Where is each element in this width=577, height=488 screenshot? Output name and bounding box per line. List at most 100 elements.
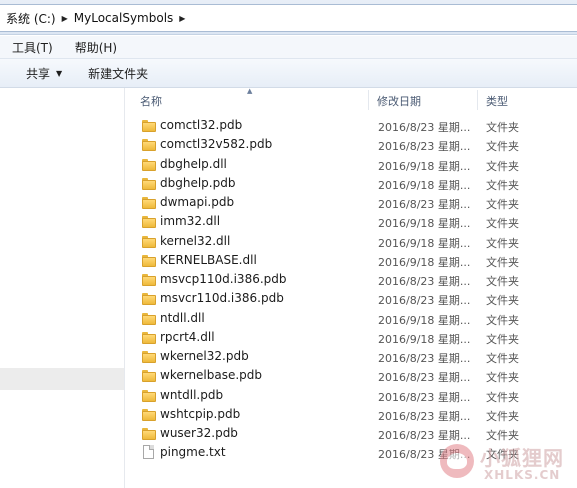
folder-icon [142,139,156,152]
share-label: 共享 [26,66,51,81]
file-date: 2016/8/23 星期... [378,198,471,211]
file-name: wuser32.pdb [160,426,238,440]
folder-icon [142,254,156,267]
file-date: 2016/8/23 星期... [378,409,471,423]
file-type: 文件夹 [486,409,519,423]
file-type: 文件夹 [486,140,519,154]
file-row[interactable]: dwmapi.pdb 2016/8/23 星期... 文件夹 [132,193,577,212]
column-date[interactable]: 修改日期 [377,93,421,109]
file-type: 文件夹 [486,332,519,346]
file-row[interactable]: dbghelp.pdb 2016/9/18 星期... 文件夹 [132,174,577,193]
column-type[interactable]: 类型 [486,93,508,109]
file-type: 文件夹 [486,178,519,192]
file-date: 2016/8/23 星期... [378,390,471,404]
file-date: 2016/9/18 星期... [378,178,471,192]
menu-tools[interactable]: 工具(T) [12,39,53,56]
chevron-right-icon[interactable]: ▶ [179,14,185,23]
file-name: wntdll.pdb [160,387,224,402]
file-icon [143,445,154,460]
file-name: rpcrt4.dll [160,329,215,344]
folder-icon [142,408,156,421]
file-type: 文件夹 [486,255,519,269]
menu-help[interactable]: 帮助(H) [75,39,117,56]
command-toolbar: 共享 ▼ 新建文件夹 [0,59,577,88]
file-row[interactable]: KERNELBASE.dll 2016/9/18 星期... 文件夹 [132,251,577,270]
watermark-en: XHLKS.CN [484,468,561,482]
column-separator[interactable] [368,90,369,110]
file-row[interactable]: wntdll.pdb 2016/8/23 星期... 文件夹 [132,386,577,405]
file-type: 文件夹 [486,294,519,308]
menu-bar: 工具(T) 帮助(H) [0,36,577,59]
file-name: dbghelp.pdb [160,175,236,190]
folder-icon [142,331,156,344]
navigation-selected-item[interactable] [0,368,124,390]
share-button[interactable]: 共享 ▼ [26,65,62,82]
folder-icon [142,216,156,229]
chevron-right-icon[interactable]: ▶ [62,14,68,23]
file-row[interactable]: msvcr110d.i386.pdb 2016/8/23 星期... 文件夹 [132,289,577,308]
folder-icon [142,120,156,132]
file-name: comctl32.pdb [160,118,243,132]
breadcrumb-drive-label: 系统 (C:) [6,11,56,26]
folder-icon [142,389,156,402]
address-bar-area: 系统 (C:) ▶ MyLocalSymbols ▶ [0,0,577,35]
file-row[interactable]: msvcp110d.i386.pdb 2016/8/23 星期... 文件夹 [132,270,577,289]
file-row[interactable]: imm32.dll 2016/9/18 星期... 文件夹 [132,212,577,231]
column-name[interactable]: 名称 [140,93,162,109]
file-date: 2016/8/23 星期... [378,371,471,385]
breadcrumb-drive[interactable]: 系统 (C:) ▶ [6,10,74,27]
address-bar[interactable]: 系统 (C:) ▶ MyLocalSymbols ▶ [0,4,577,32]
breadcrumb-folder[interactable]: MyLocalSymbols ▶ [74,11,192,25]
file-type: 文件夹 [486,313,519,327]
file-row[interactable]: comctl32v582.pdb 2016/8/23 星期... 文件夹 [132,135,577,154]
file-row[interactable]: wkernel32.pdb 2016/8/23 星期... 文件夹 [132,347,577,366]
file-date: 2016/8/23 星期... [378,140,471,154]
file-date: 2016/9/18 星期... [378,313,471,327]
navigation-pane[interactable] [0,88,125,488]
file-date: 2016/8/23 星期... [378,352,471,365]
file-name: msvcp110d.i386.pdb [160,272,287,286]
file-row[interactable]: kernel32.dll 2016/9/18 星期... 文件夹 [132,232,577,251]
file-row[interactable]: comctl32.pdb 2016/8/23 星期... 文件夹 [132,116,577,135]
file-name: ntdll.dll [160,310,205,325]
column-separator[interactable] [477,90,478,110]
file-name: msvcr110d.i386.pdb [160,291,284,306]
file-type: 文件夹 [486,390,519,404]
column-header: ▲ 名称 修改日期 类型 [132,87,577,112]
file-type: 文件夹 [486,159,519,173]
file-row[interactable]: wkernelbase.pdb 2016/8/23 星期... 文件夹 [132,366,577,385]
folder-icon [142,370,156,383]
file-type: 文件夹 [486,275,519,288]
sort-ascending-icon: ▲ [247,87,253,95]
new-folder-button[interactable]: 新建文件夹 [88,65,148,82]
file-date: 2016/9/18 星期... [378,236,471,250]
file-type: 文件夹 [486,236,519,250]
file-row[interactable]: wshtcpip.pdb 2016/8/23 星期... 文件夹 [132,405,577,424]
file-type: 文件夹 [486,198,519,211]
file-name: pingme.txt [160,445,226,460]
file-list: comctl32.pdb 2016/8/23 星期... 文件夹 comctl32v5… [132,116,577,463]
watermark-cn: 小狐狸网 [480,446,564,470]
file-row[interactable]: rpcrt4.dll 2016/9/18 星期... 文件夹 [132,328,577,347]
file-name: dbghelp.dll [160,156,227,171]
breadcrumb-folder-label: MyLocalSymbols [73,11,174,25]
file-name: wkernel32.pdb [160,349,249,363]
folder-icon [142,274,156,286]
folder-icon [142,351,156,363]
file-row[interactable]: ntdll.dll 2016/9/18 星期... 文件夹 [132,309,577,328]
fox-logo-icon [440,444,474,478]
folder-icon [142,197,156,209]
file-date: 2016/9/18 星期... [378,159,471,173]
file-name: wshtcpip.pdb [160,406,241,421]
folder-icon [142,158,156,171]
folder-icon [142,428,156,440]
watermark: 小狐狸网 XHLKS.CN [440,438,577,488]
file-date: 2016/9/18 星期... [378,217,471,231]
file-date: 2016/9/18 星期... [378,255,471,269]
file-type: 文件夹 [486,217,519,231]
new-folder-label: 新建文件夹 [88,66,149,81]
file-date: 2016/8/23 星期... [378,121,471,134]
file-row[interactable]: dbghelp.dll 2016/9/18 星期... 文件夹 [132,155,577,174]
file-name: wkernelbase.pdb [160,368,263,383]
folder-icon [142,235,156,248]
